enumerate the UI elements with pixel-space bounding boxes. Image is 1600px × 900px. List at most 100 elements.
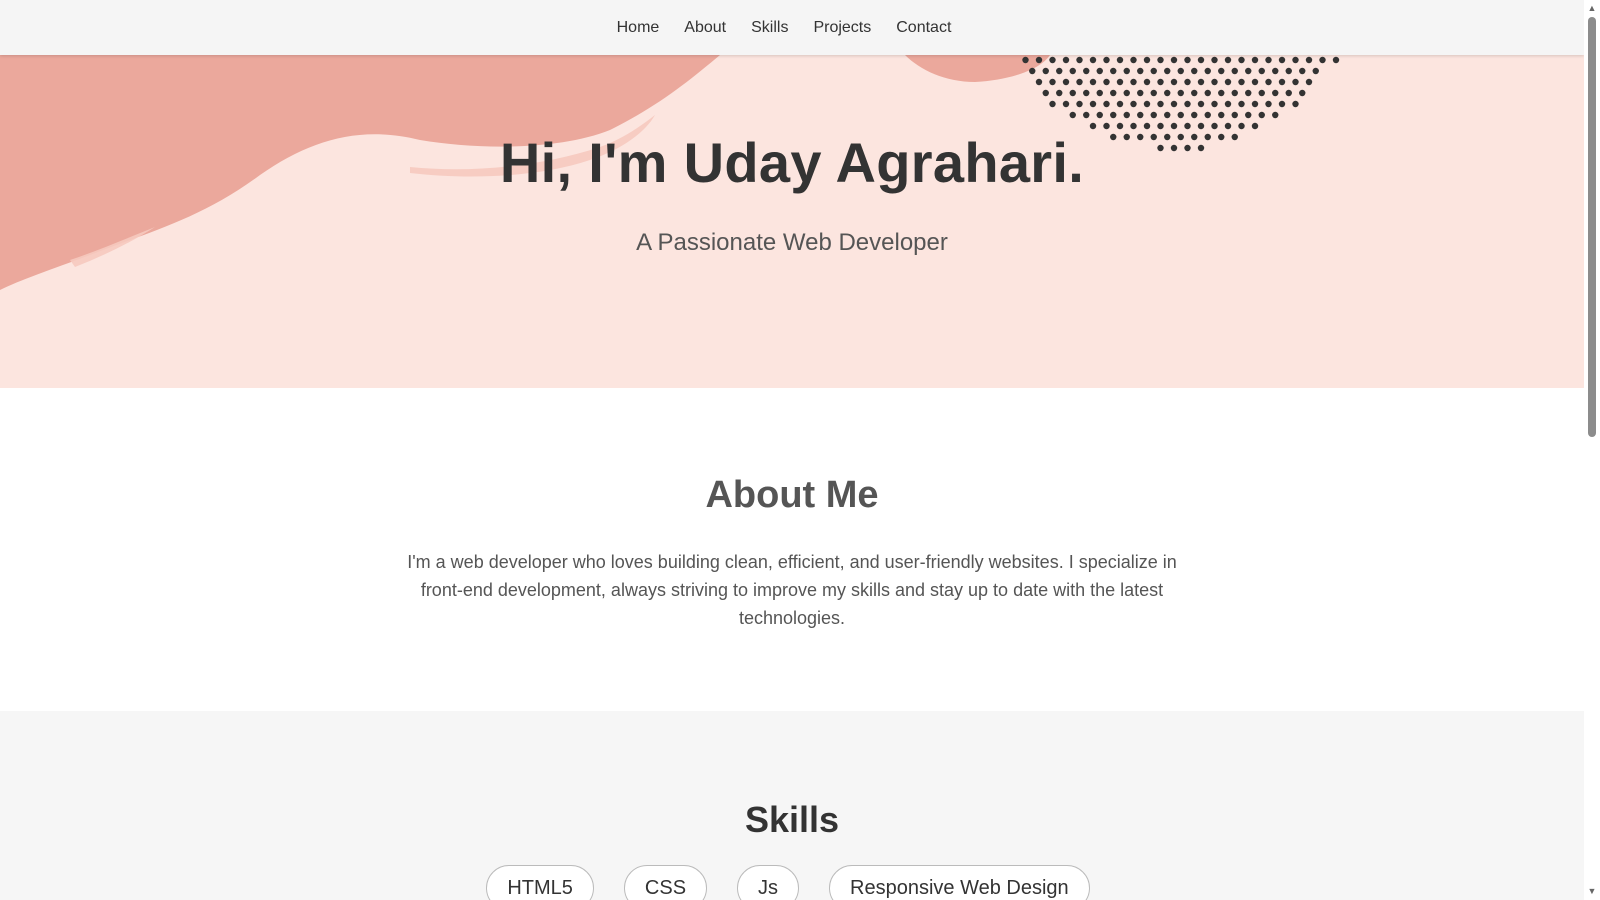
halftone-dot <box>1069 67 1076 75</box>
halftone-dot <box>1076 56 1083 64</box>
halftone-dot <box>1089 122 1097 130</box>
halftone-dot <box>1191 67 1198 75</box>
halftone-dot <box>1157 56 1164 64</box>
halftone-dot <box>1062 78 1070 86</box>
halftone-dot <box>1177 67 1184 75</box>
hero-decoration <box>0 55 1340 290</box>
halftone-dot <box>1184 122 1191 130</box>
halftone-dot <box>1191 111 1198 119</box>
halftone-dot <box>1143 78 1151 86</box>
halftone-dot <box>1184 56 1191 64</box>
halftone-dot <box>1231 67 1238 75</box>
halftone-dot <box>1272 89 1279 97</box>
halftone-dot <box>1103 78 1110 86</box>
page: Hi, I'm Uday Agrahari. A Passionate Web … <box>0 0 1600 900</box>
vertical-scrollbar[interactable]: ▲ ▼ <box>1584 0 1600 900</box>
halftone-dot <box>1191 89 1198 97</box>
halftone-dot <box>1238 78 1245 86</box>
halftone-dot <box>1157 122 1164 130</box>
nav-item-about: About <box>684 19 726 37</box>
skill-pill-js: Js <box>737 865 800 900</box>
halftone-dot <box>1157 78 1164 86</box>
halftone-dot <box>1258 89 1265 97</box>
halftone-dot <box>1150 67 1157 75</box>
skill-pill-responsive-web-design: Responsive Web Design <box>829 865 1090 900</box>
halftone-dot <box>1285 67 1292 75</box>
halftone-dot <box>1258 67 1265 75</box>
scroll-down-icon[interactable]: ▼ <box>1584 884 1600 898</box>
halftone-dot <box>1184 100 1191 108</box>
nav-link-skills[interactable]: Skills <box>751 19 788 36</box>
nav-link-home[interactable]: Home <box>617 19 660 36</box>
nav-link-about[interactable]: About <box>684 19 726 36</box>
halftone-dot <box>1096 89 1103 97</box>
halftone-dot <box>1143 122 1151 130</box>
halftone-dot <box>1224 122 1232 130</box>
halftone-dot <box>1211 100 1218 108</box>
halftone-dot <box>1143 56 1151 64</box>
halftone-dot <box>1278 100 1286 108</box>
halftone-dot <box>1137 89 1144 97</box>
halftone-dot <box>1251 78 1259 86</box>
halftone-dot <box>1049 100 1056 108</box>
halftone-dot <box>1029 67 1036 75</box>
halftone-dot <box>1056 67 1063 75</box>
halftone-dot <box>1197 56 1205 64</box>
skill-pill-css: CSS <box>623 865 708 900</box>
halftone-dot <box>1056 89 1063 97</box>
halftone-dot <box>1096 111 1103 119</box>
halftone-dot <box>1238 56 1245 64</box>
navbar: Home About Skills Projects Contact <box>0 0 1584 55</box>
halftone-dot <box>1150 111 1157 119</box>
halftone-dot <box>1265 56 1272 64</box>
halftone-dot <box>1035 56 1043 64</box>
halftone-dot <box>1218 67 1225 75</box>
halftone-dot <box>1116 122 1124 130</box>
scroll-up-icon[interactable]: ▲ <box>1584 1 1600 15</box>
halftone-dot <box>1211 78 1218 86</box>
halftone-dot <box>1137 67 1144 75</box>
halftone-dot <box>1096 67 1103 75</box>
halftone-dot <box>1035 78 1043 86</box>
skills-title: Skills <box>744 799 840 840</box>
halftone-dot <box>1164 89 1171 97</box>
hero-section: Hi, I'm Uday Agrahari. A Passionate Web … <box>0 55 1584 388</box>
halftone-dot <box>1137 111 1144 119</box>
halftone-dot <box>1251 122 1259 130</box>
nav-link-projects[interactable]: Projects <box>813 19 871 36</box>
halftone-dot <box>1130 100 1137 108</box>
halftone-dot <box>1164 67 1171 75</box>
halftone-dot <box>1157 100 1164 108</box>
halftone-dot <box>1197 122 1205 130</box>
halftone-dot <box>1164 111 1171 119</box>
nav-item-projects: Projects <box>813 19 871 37</box>
halftone-dot <box>1272 67 1279 75</box>
hero-subtitle: A Passionate Web Developer <box>636 229 948 256</box>
about-title: About Me <box>705 474 879 516</box>
halftone-dot <box>1299 67 1306 75</box>
halftone-dot <box>1218 89 1225 97</box>
halftone-dot <box>1204 67 1211 75</box>
halftone-dot <box>1049 78 1056 86</box>
halftone-dot <box>1265 100 1272 108</box>
halftone-dot <box>1238 122 1245 130</box>
halftone-dot <box>1251 56 1259 64</box>
halftone-dot <box>1062 56 1070 64</box>
skills-list: HTML5 CSS Js Responsive Web Design <box>0 865 1584 900</box>
halftone-dot <box>1184 78 1191 86</box>
halftone-dot <box>1292 100 1299 108</box>
halftone-dot <box>1258 111 1265 119</box>
hero-title: Hi, I'm Uday Agrahari. <box>499 131 1085 194</box>
nav-link-contact[interactable]: Contact <box>896 19 951 36</box>
halftone-dot <box>1224 100 1232 108</box>
halftone-dot <box>1083 67 1090 75</box>
halftone-dot <box>1251 100 1259 108</box>
halftone-dot <box>1103 56 1110 64</box>
halftone-dot <box>1076 78 1083 86</box>
halftone-dot <box>1305 78 1313 86</box>
halftone-dot <box>1123 111 1130 119</box>
halftone-dot <box>1177 89 1184 97</box>
halftone-dot <box>1319 56 1326 64</box>
halftone-dot <box>1272 111 1279 119</box>
scrollbar-thumb[interactable] <box>1588 17 1596 437</box>
